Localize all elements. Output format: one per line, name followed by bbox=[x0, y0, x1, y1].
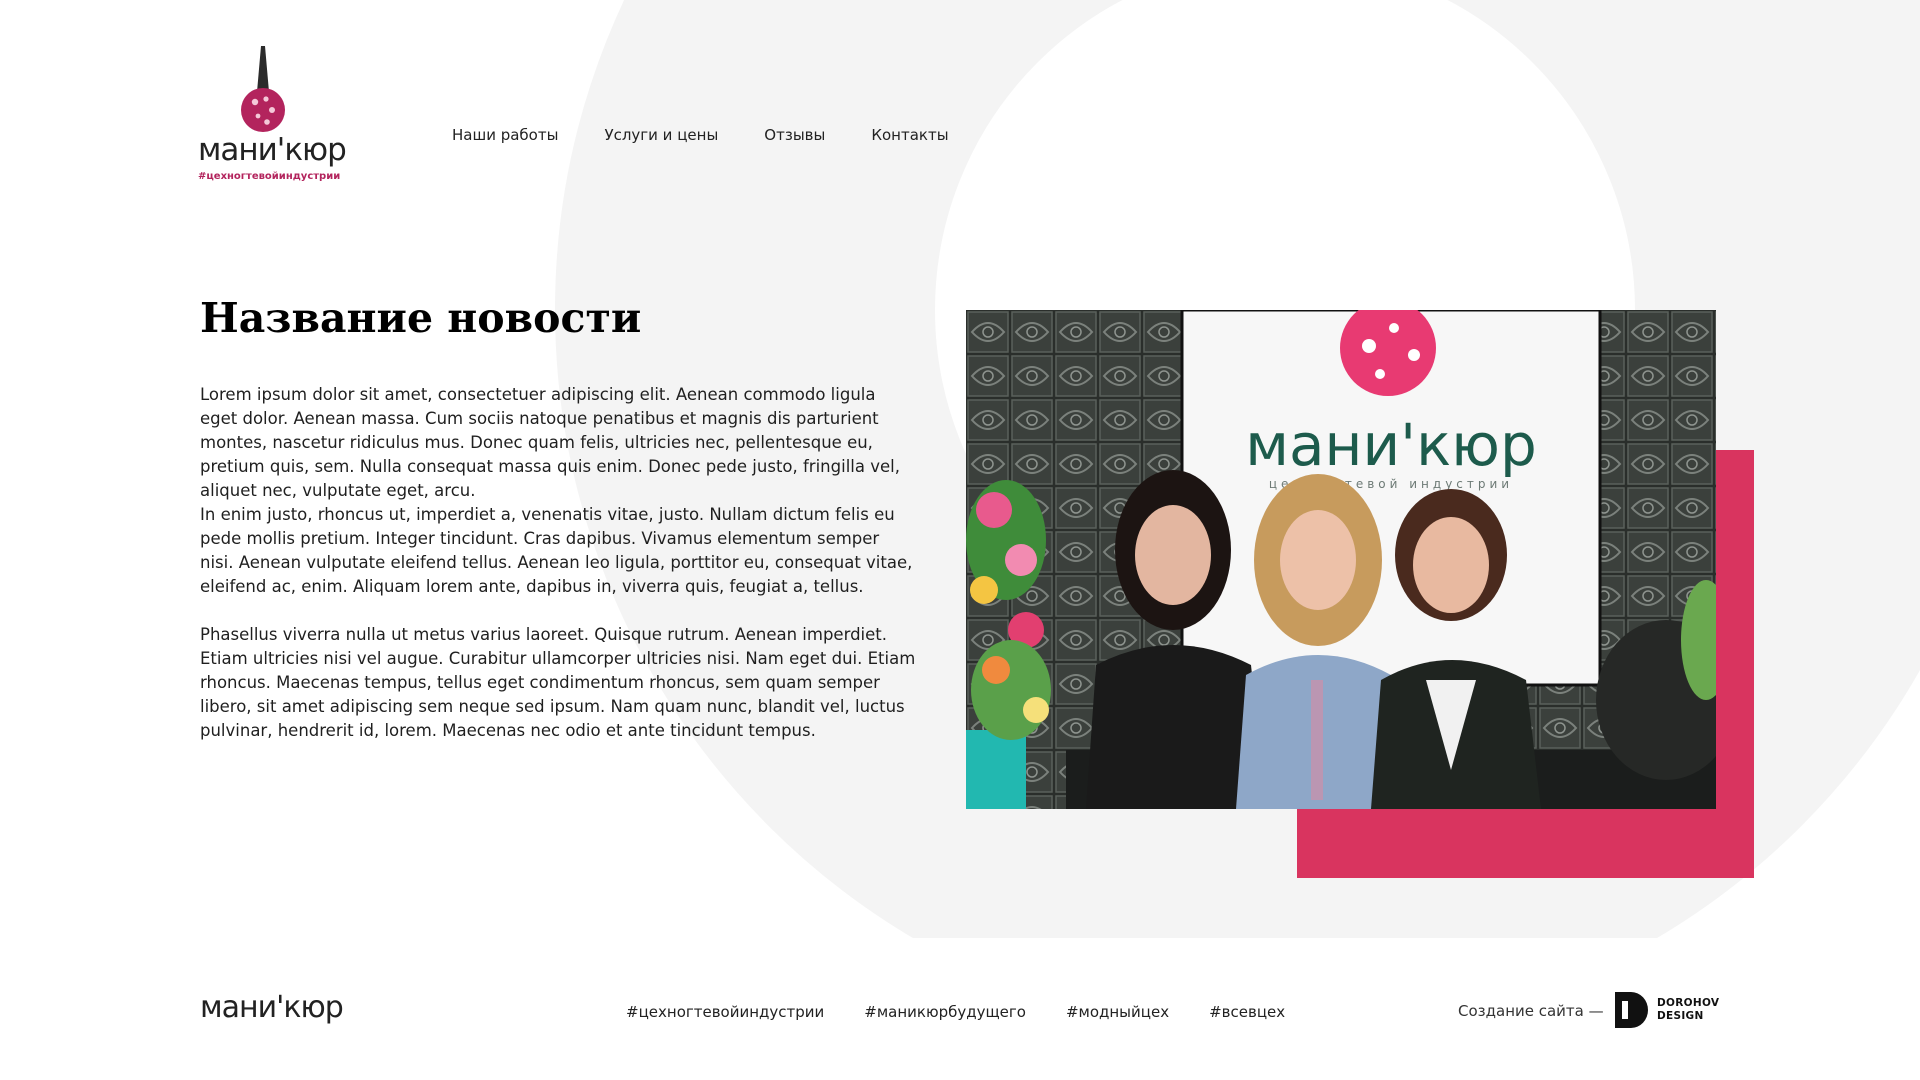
photo-sign-text: мани'кюр bbox=[1245, 411, 1537, 479]
article-paragraph: Lorem ipsum dolor sit amet, consectetuer… bbox=[200, 385, 900, 500]
studio-logo-icon bbox=[1615, 992, 1648, 1028]
logo-tagline: #цехногтевойиндустрии bbox=[198, 171, 341, 182]
footer-tag[interactable]: #модныйцех bbox=[1066, 1003, 1169, 1021]
footer-tag[interactable]: #цехногтевойиндустрии bbox=[626, 1003, 824, 1021]
article-photo: мани'кюр цех ногтевой индустрии bbox=[966, 310, 1716, 809]
studio-name-line1: DOROHOV bbox=[1657, 997, 1720, 1009]
main-nav: Наши работы Услуги и цены Отзывы Контакт… bbox=[452, 126, 949, 144]
site-credit-text: Создание сайта — bbox=[1458, 1002, 1604, 1020]
nav-item-reviews[interactable]: Отзывы bbox=[764, 126, 825, 144]
article-title: Название новости bbox=[200, 294, 642, 342]
nav-item-services[interactable]: Услуги и цены bbox=[604, 126, 718, 144]
studio-name: DOROHOV DESIGN bbox=[1657, 997, 1719, 1023]
article-paragraph: Phasellus viverra nulla ut metus varius … bbox=[200, 625, 916, 740]
studio-name-line2: DESIGN bbox=[1657, 1010, 1704, 1022]
nav-item-contacts[interactable]: Контакты bbox=[871, 126, 948, 144]
footer-tag[interactable]: #маникюрбудущего bbox=[864, 1003, 1026, 1021]
logo-wordmark: мани'кюр bbox=[198, 132, 347, 168]
article-body: Lorem ipsum dolor sit amet, consectetuer… bbox=[200, 383, 916, 743]
site-logo[interactable]: мани'кюр #цехногтевойиндустрии bbox=[198, 44, 347, 189]
footer-tag[interactable]: #всевцех bbox=[1209, 1003, 1285, 1021]
nav-item-works[interactable]: Наши работы bbox=[452, 126, 558, 144]
article-paragraph: In enim justo, rhoncus ut, imperdiet a, … bbox=[200, 505, 913, 596]
footer-logo[interactable]: мани'кюр bbox=[200, 990, 344, 1025]
footer-hashtags: #цехногтевойиндустрии #маникюрбудущего #… bbox=[626, 1003, 1285, 1021]
studio-link[interactable]: DOROHOV DESIGN bbox=[1615, 992, 1719, 1028]
nail-polish-bottle-icon bbox=[241, 46, 285, 132]
